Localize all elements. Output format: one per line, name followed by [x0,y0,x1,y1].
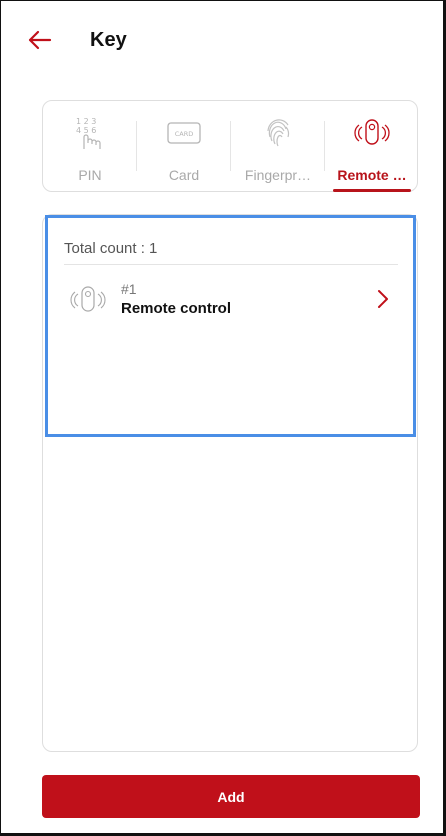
tab-remote[interactable]: Remote … [325,101,419,192]
remote-control-icon [354,119,390,145]
active-tab-indicator [333,189,411,192]
key-type-tabs: 1 2 3 4 5 6 PIN CARD Card Fingerpr… Remo… [42,100,418,192]
top-bar: Key [0,0,446,84]
svg-text:1 2 3: 1 2 3 [76,117,96,126]
svg-text:CARD: CARD [175,130,194,138]
card-icon: CARD [167,122,201,144]
list-item[interactable]: #1 Remote control [64,278,398,326]
tab-label: Remote … [337,167,407,183]
total-count: Total count : 1 [64,240,158,257]
tab-label: Fingerpr… [244,167,312,183]
tab-fingerprint[interactable]: Fingerpr… [231,101,325,191]
key-number: #1 [121,281,137,297]
tab-label: PIN [78,167,102,183]
tab-label: Card [168,167,200,183]
remote-control-icon [70,286,106,312]
add-button[interactable]: Add [42,775,420,818]
key-name: Remote control [121,300,232,317]
fingerprint-icon [267,119,290,147]
chevron-right-icon [378,290,388,308]
page-title: Key [90,29,127,51]
arrow-left-icon[interactable] [26,28,52,52]
tab-card[interactable]: CARD Card [137,101,231,191]
divider [64,264,398,265]
svg-text:4 5 6: 4 5 6 [76,126,96,135]
tab-pin[interactable]: 1 2 3 4 5 6 PIN [43,101,137,191]
pin-keypad-icon: 1 2 3 4 5 6 [76,117,101,149]
